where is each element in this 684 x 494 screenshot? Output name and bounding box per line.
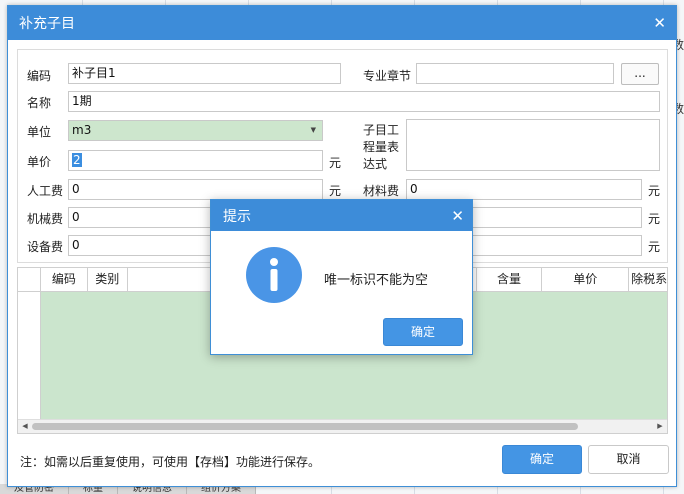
- material-cost-unit: 元: [648, 184, 661, 198]
- labor-cost-label: 人工费: [27, 184, 64, 198]
- chapter-browse-button[interactable]: ...: [621, 63, 659, 85]
- prompt-titlebar: 提示 ✕: [211, 200, 472, 231]
- labor-cost-input[interactable]: 0: [68, 179, 323, 200]
- prompt-title: 提示: [223, 208, 251, 225]
- unit-label: 单位: [27, 125, 52, 139]
- horizontal-scrollbar[interactable]: ◀ ▶: [18, 419, 667, 433]
- other-cost-unit-1: 元: [648, 212, 661, 226]
- name-input[interactable]: 1期: [68, 91, 660, 112]
- expression-textarea[interactable]: [406, 119, 660, 171]
- scrollbar-thumb[interactable]: [32, 423, 578, 430]
- price-unit: 元: [329, 156, 342, 170]
- price-label: 单价: [27, 155, 52, 169]
- unit-select-value: m3: [72, 123, 92, 137]
- code-label: 编码: [27, 69, 52, 83]
- prompt-dialog: 提示 ✕ 唯一标识不能为空 确定: [210, 199, 473, 355]
- grid-column-header[interactable]: 单价: [542, 268, 630, 291]
- grid-column-header[interactable]: 除税系数: [629, 268, 667, 291]
- chapter-input[interactable]: [416, 63, 614, 84]
- material-cost-label: 材料费: [363, 184, 400, 198]
- price-input[interactable]: 2: [68, 150, 323, 171]
- chapter-label: 专业章节: [363, 69, 412, 83]
- dialog-title: 补充子目: [19, 16, 75, 32]
- close-icon[interactable]: ✕: [451, 207, 464, 225]
- grid-row-number-column: [18, 292, 41, 419]
- prompt-message: 唯一标识不能为空: [324, 273, 429, 288]
- name-label: 名称: [27, 96, 52, 110]
- prompt-ok-button[interactable]: 确定: [383, 318, 463, 346]
- scroll-right-icon[interactable]: ▶: [654, 420, 666, 433]
- scroll-left-icon[interactable]: ◀: [19, 420, 31, 433]
- chevron-down-icon[interactable]: ▼: [311, 121, 316, 140]
- code-input[interactable]: 补子目1: [68, 63, 341, 84]
- save-tip-note: 注：如需以后重复使用，可使用【存档】功能进行保存。: [20, 455, 321, 469]
- labor-cost-unit: 元: [329, 184, 342, 198]
- info-icon: [246, 247, 302, 303]
- expression-label-line1: 子目工: [363, 123, 400, 137]
- close-icon[interactable]: ✕: [653, 14, 666, 32]
- info-icon-glyph: [270, 258, 278, 291]
- material-cost-input[interactable]: 0: [406, 179, 642, 200]
- expression-label-line3: 达式: [363, 157, 388, 171]
- grid-column-header[interactable]: 编码: [41, 268, 88, 291]
- grid-column-header[interactable]: 类别: [88, 268, 128, 291]
- dialog-titlebar: 补充子目 ✕: [8, 6, 676, 40]
- grid-column-header[interactable]: 含量: [477, 268, 543, 291]
- cancel-button[interactable]: 取消: [588, 445, 669, 474]
- expression-label-line2: 程量表: [363, 140, 400, 154]
- grid-corner-cell: [18, 268, 41, 291]
- equipment-cost-label: 设备费: [27, 240, 64, 254]
- ok-button[interactable]: 确定: [502, 445, 582, 474]
- unit-select[interactable]: m3 ▼: [68, 120, 323, 141]
- machine-cost-label: 机械费: [27, 212, 64, 226]
- price-input-value: 2: [72, 153, 82, 167]
- other-cost-unit-2: 元: [648, 240, 661, 254]
